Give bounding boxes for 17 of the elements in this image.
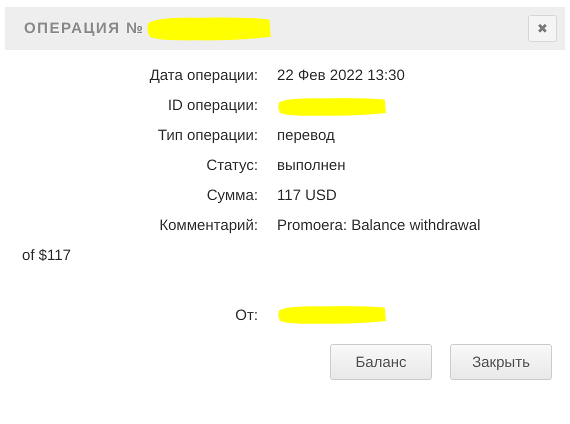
field-value: 117 USD bbox=[277, 187, 337, 204]
field-label: Комментарий: bbox=[158, 217, 258, 234]
field-label: Дата операции: bbox=[148, 67, 258, 84]
dialog-button[interactable]: Закрыть bbox=[450, 344, 552, 380]
field-value: выполнен bbox=[277, 157, 346, 174]
field-label: От: bbox=[234, 306, 258, 324]
field-value: перевод bbox=[277, 127, 335, 144]
field-value: 22 Фев 2022 13:30 bbox=[277, 67, 405, 84]
field-label: Сумма: bbox=[206, 187, 258, 204]
field-label: Тип операции: bbox=[156, 127, 258, 144]
dialog-button[interactable]: Баланс bbox=[330, 344, 432, 380]
close-button[interactable]: ✖ bbox=[528, 15, 557, 42]
comment-text: of $117 bbox=[22, 247, 71, 264]
field-label: ID операции: bbox=[166, 97, 258, 114]
comment-text: Promoera: Balance withdrawal bbox=[277, 217, 480, 234]
dialog-title: ОПЕРАЦИЯ № bbox=[24, 20, 144, 37]
field-label: Статус: bbox=[205, 157, 258, 174]
